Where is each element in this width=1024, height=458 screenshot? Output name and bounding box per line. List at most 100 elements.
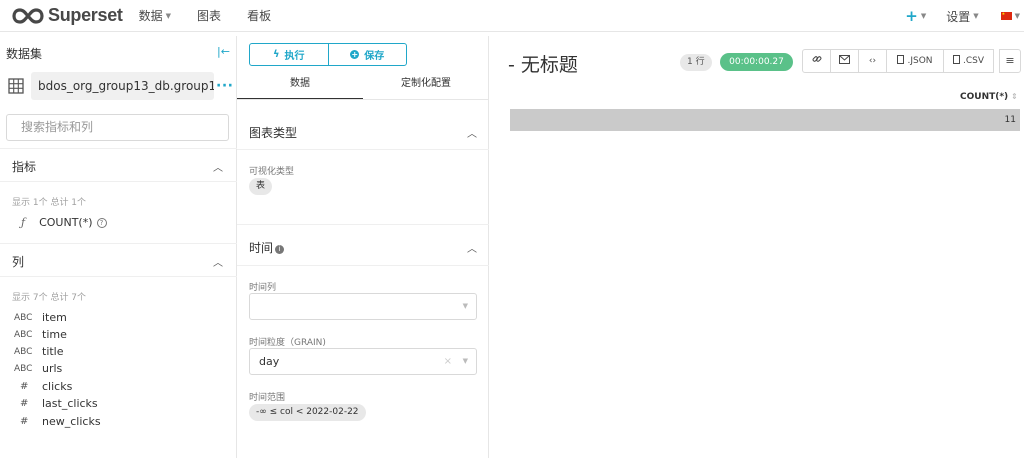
numeric-type-icon: # [20, 398, 29, 409]
time-section-title[interactable]: 时间 i [249, 239, 285, 256]
datasource-panel-title: 数据集 [6, 47, 43, 61]
export-json-button[interactable]: .JSON [887, 49, 944, 73]
tab-customize[interactable]: 定制化配置 [363, 72, 489, 100]
table-column-header[interactable]: COUNT(*) ⇕ [960, 92, 1018, 102]
column-item[interactable]: ABC time [14, 327, 67, 342]
divider [237, 149, 489, 150]
caret-down-icon: ▼ [165, 11, 172, 20]
datasource-panel: 数据集 |← bdos_org_group13_db.group1... ···… [0, 36, 237, 458]
viz-type-selector[interactable]: 表 [249, 178, 273, 195]
column-item[interactable]: # clicks [14, 379, 72, 394]
hamburger-menu-icon: ≡ [1005, 54, 1015, 67]
string-type-icon: ABC [14, 346, 33, 357]
viz-type-label: 可视化类型 [249, 167, 295, 177]
chevron-up-icon[interactable]: ︿ [213, 254, 223, 269]
menu-data[interactable]: 数据 ▼ [139, 7, 171, 24]
chevron-up-icon[interactable]: ︿ [213, 159, 223, 174]
language-menu[interactable]: ★ ▼ [1000, 12, 1020, 20]
control-tabs: 数据 定制化配置 [237, 72, 489, 100]
column-item[interactable]: # last_clicks [14, 396, 98, 411]
caret-down-icon: ▼ [920, 12, 927, 20]
question-icon[interactable]: ? [96, 217, 107, 228]
time-column-select[interactable]: ▼ [249, 293, 477, 320]
chart-panel: - 无标题 1 行 00:00:00.27 ‹› .JSON .CSV ≡ CO… [490, 36, 1024, 458]
sort-icon[interactable]: ⇕ [1011, 92, 1018, 101]
more-options-icon[interactable]: ··· [216, 78, 233, 94]
dataset-name: bdos_org_group13_db.group1... [31, 72, 214, 100]
caret-down-icon: ▼ [973, 12, 979, 20]
menu-data-label: 数据 [138, 9, 163, 23]
chevron-up-icon[interactable]: ︿ [467, 240, 477, 255]
brand-name: Superset [48, 5, 123, 25]
search-metrics-columns-input[interactable]: 搜索指标和列 [6, 114, 229, 141]
column-name: clicks [42, 380, 73, 393]
email-button[interactable] [831, 49, 859, 73]
embed-code-button[interactable]: ‹› [859, 49, 887, 73]
column-name: item [42, 311, 67, 324]
export-csv-button[interactable]: .CSV [944, 49, 994, 73]
nav-right: + ▼ 设置 ▼ ★ ▼ [905, 0, 1024, 32]
table-grid-icon [8, 78, 24, 94]
time-range-picker[interactable]: -∞ ≤ col < 2022-02-22 [249, 404, 366, 421]
new-menu[interactable]: + ▼ [905, 7, 926, 25]
divider [237, 265, 489, 266]
caret-down-icon: ▼ [1014, 12, 1020, 20]
divider [237, 224, 489, 225]
run-label: 执行 [284, 51, 305, 62]
function-icon: ƒ [21, 216, 26, 229]
column-name: title [42, 345, 64, 358]
code-icon: ‹› [868, 56, 877, 66]
column-item[interactable]: ABC item [14, 310, 67, 325]
control-panel: ϟ 执行 + 保存 数据 定制化配置 图表类型 ︿ 可视化类型 表 时间 i ︿ … [237, 36, 489, 458]
menu-charts[interactable]: 图表 [197, 7, 221, 24]
tab-data[interactable]: 数据 [237, 72, 363, 100]
divider [0, 148, 237, 149]
mail-icon [839, 55, 850, 64]
china-flag-icon: ★ [1000, 12, 1012, 20]
more-menu-button[interactable]: ≡ [999, 49, 1021, 73]
link-icon [812, 56, 821, 62]
menu-dashboards-label: 看板 [247, 9, 272, 23]
file-icon [897, 55, 905, 64]
main-menu: 数据 ▼ 图表 看板 [139, 7, 297, 24]
settings-menu[interactable]: 设置 ▼ [946, 8, 978, 25]
divider [0, 276, 237, 277]
run-button[interactable]: ϟ 执行 [250, 44, 328, 65]
save-button[interactable]: + 保存 [327, 44, 407, 65]
numeric-type-icon: # [20, 416, 29, 427]
tabs-underline [237, 99, 489, 100]
collapse-panel-icon[interactable]: |← [217, 45, 230, 58]
chevron-up-icon[interactable]: ︿ [467, 125, 477, 140]
settings-label: 设置 [946, 9, 971, 24]
superset-logo[interactable]: Superset [12, 5, 123, 26]
numeric-type-icon: # [20, 381, 29, 392]
file-icon [952, 55, 960, 64]
string-type-icon: ABC [14, 329, 33, 340]
chart-title[interactable]: - 无标题 [508, 50, 578, 77]
column-item[interactable]: # new_clicks [14, 414, 101, 429]
column-item[interactable]: ABC title [14, 344, 64, 359]
metrics-section-title[interactable]: 指标 [12, 158, 36, 175]
info-icon[interactable]: i [275, 245, 285, 254]
copy-link-button[interactable] [802, 49, 831, 73]
dataset-selector[interactable]: bdos_org_group13_db.group1... ··· [6, 72, 233, 100]
chart-type-section-title[interactable]: 图表类型 [249, 124, 297, 141]
metric-item[interactable]: ƒ COUNT(*) ? [21, 216, 107, 229]
divider [0, 243, 237, 244]
columns-section-title[interactable]: 列 [12, 253, 24, 270]
time-column-label: 时间列 [249, 283, 277, 293]
divider [0, 181, 237, 182]
save-label: 保存 [364, 51, 385, 62]
chart-toolbar: ‹› .JSON .CSV ≡ [802, 49, 1021, 73]
table-cell-value: 11 [1004, 115, 1016, 125]
plus-circle-icon: + [350, 50, 360, 59]
menu-dashboards[interactable]: 看板 [247, 7, 271, 24]
column-name: urls [42, 362, 63, 375]
superset-logo-icon [12, 7, 44, 24]
metrics-count-note: 显示 1个 总计 1个 [12, 198, 87, 208]
column-item[interactable]: ABC urls [14, 361, 62, 376]
time-grain-value: day [259, 355, 280, 368]
menu-charts-label: 图表 [197, 9, 222, 23]
time-grain-select[interactable]: day × ▼ [249, 348, 477, 375]
clear-icon[interactable]: × [444, 349, 452, 374]
